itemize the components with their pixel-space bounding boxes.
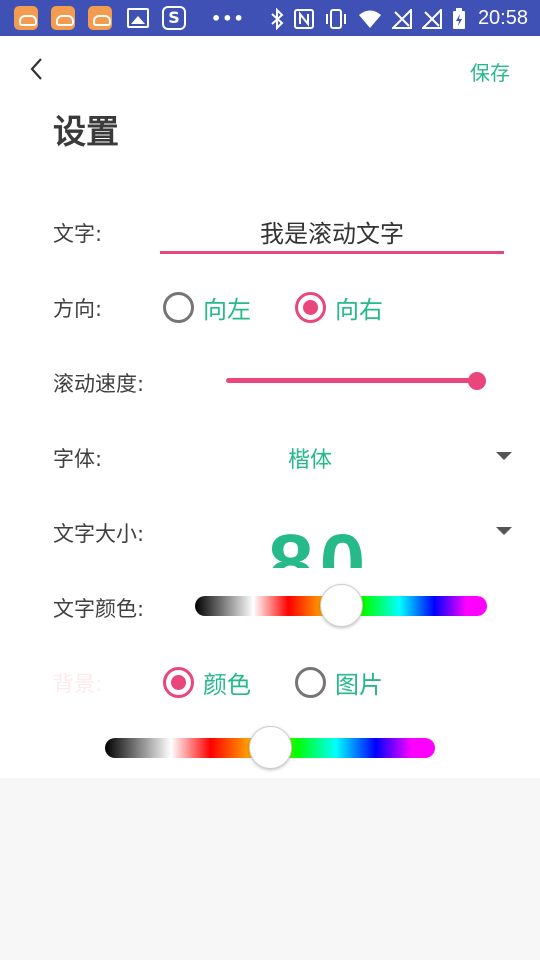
font-label: 字体: bbox=[53, 447, 103, 471]
text-label: 文字: bbox=[53, 222, 103, 246]
background-image-radio[interactable]: 图片 bbox=[295, 665, 383, 700]
dropdown-arrow-icon bbox=[496, 527, 512, 535]
background-color-radio[interactable]: 颜色 bbox=[163, 665, 251, 700]
radio-checked-icon bbox=[163, 667, 194, 698]
page-title: 设置 bbox=[53, 112, 119, 151]
bluetooth-icon bbox=[271, 7, 284, 30]
speed-slider[interactable] bbox=[226, 372, 486, 390]
direction-right-radio[interactable]: 向右 bbox=[295, 290, 383, 325]
direction-left-radio[interactable]: 向左 bbox=[163, 290, 251, 325]
signal-off-icon bbox=[391, 8, 412, 29]
dropdown-arrow-icon bbox=[496, 452, 512, 460]
cloud-app-icon bbox=[14, 6, 38, 30]
background-color-thumb[interactable] bbox=[248, 726, 292, 769]
more-notifications-icon: ••• bbox=[211, 8, 245, 28]
radio-label: 向右 bbox=[335, 296, 383, 324]
radio-label: 向左 bbox=[203, 296, 251, 324]
radio-label: 图片 bbox=[335, 671, 383, 699]
background-label: 背景: bbox=[53, 672, 103, 696]
text-color-label: 文字颜色: bbox=[53, 597, 145, 621]
radio-unchecked-icon bbox=[163, 292, 194, 323]
speed-slider-thumb[interactable] bbox=[468, 372, 486, 390]
scroll-text-input[interactable] bbox=[160, 212, 504, 254]
back-arrow-icon[interactable] bbox=[24, 55, 50, 83]
save-button[interactable]: 保存 bbox=[470, 57, 510, 86]
clock: 20:58 bbox=[477, 7, 528, 29]
wifi-icon bbox=[358, 10, 381, 28]
radio-label: 颜色 bbox=[203, 671, 251, 699]
battery-charging-icon bbox=[452, 7, 465, 29]
size-value: 80 bbox=[268, 518, 372, 569]
speed-label: 滚动速度: bbox=[53, 372, 145, 396]
radio-unchecked-icon bbox=[295, 667, 326, 698]
s-app-icon: S bbox=[162, 6, 186, 30]
cloud-app-icon bbox=[88, 6, 112, 30]
cloud-app-icon bbox=[51, 6, 75, 30]
image-icon bbox=[127, 8, 149, 28]
vibrate-icon bbox=[325, 8, 346, 29]
direction-label: 方向: bbox=[53, 297, 103, 321]
size-value-clip: 80 bbox=[230, 515, 440, 569]
font-value: 楷体 bbox=[287, 448, 332, 473]
text-color-thumb[interactable] bbox=[319, 584, 363, 627]
size-label: 文字大小: bbox=[53, 522, 145, 546]
signal-off-icon bbox=[421, 8, 442, 29]
radio-checked-icon bbox=[295, 292, 326, 323]
status-bar: S ••• 20:58 bbox=[0, 0, 540, 36]
nfc-icon bbox=[293, 8, 314, 29]
font-dropdown[interactable]: 楷体 bbox=[160, 436, 520, 476]
speed-slider-track bbox=[226, 378, 477, 383]
